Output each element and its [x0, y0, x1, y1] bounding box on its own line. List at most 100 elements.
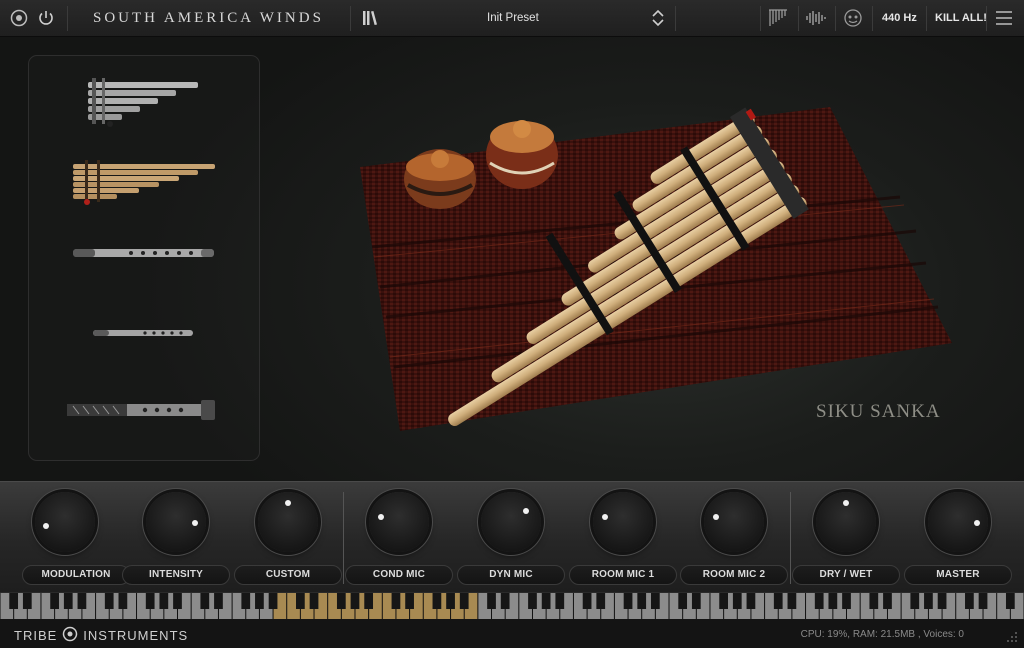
black-key[interactable] [1005, 593, 1015, 609]
instrument-siku-sanka[interactable] [84, 72, 204, 133]
logo-icon[interactable] [8, 7, 30, 29]
black-key[interactable] [828, 593, 838, 609]
black-key[interactable] [364, 593, 374, 609]
black-key[interactable] [296, 593, 305, 609]
instrument-tarka[interactable] [65, 398, 217, 427]
black-key[interactable] [623, 593, 633, 609]
instrument-quenacho[interactable] [91, 326, 195, 344]
main-area: SIKU SANKA [0, 37, 1024, 481]
black-key[interactable] [268, 593, 278, 609]
room-mic-1-knob[interactable] [593, 492, 653, 552]
intensity-knob[interactable] [146, 492, 206, 552]
black-key[interactable] [637, 593, 647, 609]
black-key[interactable] [582, 593, 592, 609]
black-key[interactable] [159, 593, 169, 609]
black-key[interactable] [255, 593, 264, 609]
waveform-icon[interactable] [805, 7, 827, 29]
black-key[interactable] [937, 593, 947, 609]
dyn-mic-knob[interactable] [481, 492, 541, 552]
brand-logo-icon [61, 626, 79, 645]
separator [350, 6, 351, 31]
separator [67, 6, 68, 31]
black-key[interactable] [200, 593, 210, 609]
instrument-artwork [360, 107, 960, 442]
custom-label: CUSTOM [234, 565, 342, 585]
black-key[interactable] [883, 593, 892, 609]
black-key[interactable] [596, 593, 606, 609]
black-key[interactable] [459, 593, 469, 609]
black-key[interactable] [405, 593, 414, 609]
black-key[interactable] [787, 593, 797, 609]
divider [790, 492, 791, 584]
black-key[interactable] [63, 593, 73, 609]
black-key[interactable] [391, 593, 401, 609]
separator [760, 6, 761, 31]
room-mic-1-label: ROOM MIC 1 [569, 565, 677, 585]
black-key[interactable] [910, 593, 920, 609]
black-key[interactable] [869, 593, 879, 609]
black-key[interactable] [241, 593, 251, 609]
app-title: SOUTH AMERICA WINDS [93, 10, 324, 26]
dry-wet-knob[interactable] [816, 492, 876, 552]
master-knob[interactable] [928, 492, 988, 552]
preset-name[interactable]: Init Preset [487, 12, 539, 24]
black-key[interactable] [678, 593, 688, 609]
black-key[interactable] [104, 593, 114, 609]
divider [343, 492, 344, 584]
black-key[interactable] [214, 593, 223, 609]
room-mic-2-label: ROOM MIC 2 [680, 565, 788, 585]
menu-icon[interactable] [993, 7, 1015, 29]
black-key[interactable] [555, 593, 565, 609]
black-key[interactable] [145, 593, 155, 609]
custom-knob[interactable] [258, 492, 318, 552]
preset-arrows-icon[interactable] [647, 7, 669, 29]
modulation-knob[interactable] [35, 492, 95, 552]
black-key[interactable] [446, 593, 455, 609]
black-key[interactable] [487, 593, 496, 609]
black-key[interactable] [22, 593, 32, 609]
room-mic-2-knob[interactable] [704, 492, 764, 552]
black-key[interactable] [814, 593, 824, 609]
library-icon[interactable] [360, 7, 382, 29]
separator [675, 6, 676, 31]
black-key[interactable] [965, 593, 974, 609]
black-key[interactable] [528, 593, 537, 609]
black-key[interactable] [9, 593, 19, 609]
black-key[interactable] [924, 593, 933, 609]
black-key[interactable] [309, 593, 319, 609]
black-key[interactable] [650, 593, 660, 609]
resize-grip-icon[interactable] [1004, 629, 1018, 648]
cond-mic-label: COND MIC [345, 565, 453, 585]
black-key[interactable] [978, 593, 988, 609]
intensity-label: INTENSITY [122, 565, 230, 585]
black-key[interactable] [118, 593, 128, 609]
tuning-display[interactable]: 440 Hz [882, 12, 917, 24]
instrument-zampona[interactable] [71, 156, 221, 211]
piano-keyboard[interactable] [0, 592, 1024, 620]
black-key[interactable] [50, 593, 59, 609]
black-key[interactable] [842, 593, 851, 609]
black-key[interactable] [746, 593, 756, 609]
black-key[interactable] [773, 593, 783, 609]
ceramic-bowl-right [486, 120, 558, 189]
black-key[interactable] [173, 593, 182, 609]
master-label: MASTER [904, 565, 1012, 585]
black-key[interactable] [541, 593, 551, 609]
dry-wet-label: DRY / WET [792, 565, 900, 585]
black-key[interactable] [336, 593, 346, 609]
separator [926, 6, 927, 31]
mask-icon[interactable] [842, 7, 864, 29]
black-key[interactable] [691, 593, 701, 609]
kill-all-button[interactable]: KILL ALL! [935, 12, 987, 24]
black-key[interactable] [432, 593, 442, 609]
cond-mic-knob[interactable] [369, 492, 429, 552]
black-key[interactable] [350, 593, 360, 609]
instrument-quena[interactable] [71, 246, 216, 265]
black-key[interactable] [500, 593, 510, 609]
black-key[interactable] [732, 593, 742, 609]
black-key[interactable] [77, 593, 87, 609]
panpipe-icon[interactable] [767, 7, 789, 29]
black-key[interactable] [719, 593, 728, 609]
top-bar: SOUTH AMERICA WINDS Init Preset 440 Hz K… [0, 0, 1024, 37]
power-icon[interactable] [35, 7, 57, 29]
